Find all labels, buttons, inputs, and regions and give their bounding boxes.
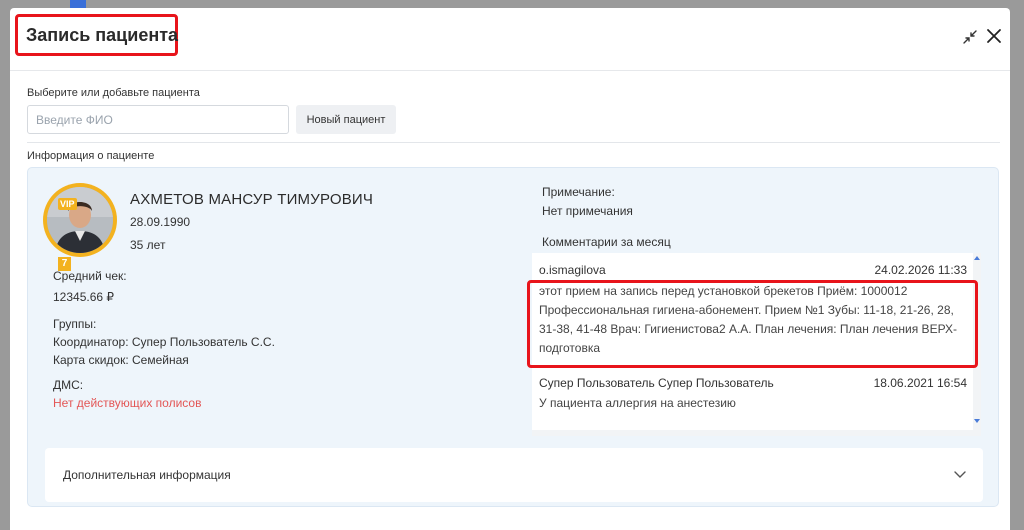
patient-age: 35 лет	[130, 238, 166, 252]
comment-time: 24.02.2026 11:33	[874, 263, 967, 277]
comment-text: У пациента аллергия на анестезию	[539, 396, 736, 410]
avg-check-value: 12345.66 ₽	[53, 290, 115, 304]
collapse-icon[interactable]	[962, 29, 978, 45]
patient-name: АХМЕТОВ МАНСУР ТИМУРОВИЧ	[130, 191, 374, 208]
comment-highlight	[527, 280, 978, 368]
chevron-down-icon[interactable]	[953, 467, 967, 481]
vip-badge: VIP	[58, 198, 77, 210]
section-divider	[27, 142, 1000, 143]
avatar: VIP 7	[43, 183, 117, 271]
dms-value: Нет действующих полисов	[53, 396, 202, 410]
person-icon	[47, 187, 113, 253]
header-divider	[10, 70, 1010, 71]
modal-title: Запись пациента	[26, 25, 179, 45]
extra-info-accordion[interactable]: Дополнительная информация	[45, 448, 983, 502]
extra-info-label: Дополнительная информация	[63, 468, 231, 482]
note-label: Примечание:	[542, 185, 615, 199]
patient-info-label: Информация о пациенте	[27, 150, 155, 162]
close-icon[interactable]	[984, 26, 1004, 46]
dms-label: ДМС:	[53, 378, 84, 392]
comment-author: o.ismagilova	[539, 263, 606, 277]
comments-label: Комментарии за месяц	[542, 235, 671, 249]
patient-appointment-modal: Запись пациента Выберите или добавьте па…	[10, 8, 1010, 530]
patient-dob: 28.09.1990	[130, 215, 191, 229]
note-value: Нет примечания	[542, 204, 633, 218]
fio-search-input[interactable]	[27, 105, 289, 134]
choose-patient-label: Выберите или добавьте пациента	[27, 87, 200, 99]
avatar-photo	[47, 187, 113, 253]
groups-label: Группы:	[53, 317, 97, 331]
discount-card: Карта скидок: Семейная	[53, 353, 189, 367]
avg-check-label: Средний чек:	[53, 269, 127, 283]
new-patient-button[interactable]: Новый пациент	[296, 105, 396, 134]
comment-time: 18.06.2021 16:54	[873, 376, 967, 390]
comments-hscrollbar[interactable]	[532, 430, 973, 436]
scroll-up-icon[interactable]	[974, 255, 980, 261]
comment-author: Супер Пользователь Супер Пользователь	[539, 376, 774, 390]
scroll-down-icon[interactable]	[974, 418, 980, 424]
coordinator: Координатор: Супер Пользователь С.С.	[53, 335, 275, 349]
